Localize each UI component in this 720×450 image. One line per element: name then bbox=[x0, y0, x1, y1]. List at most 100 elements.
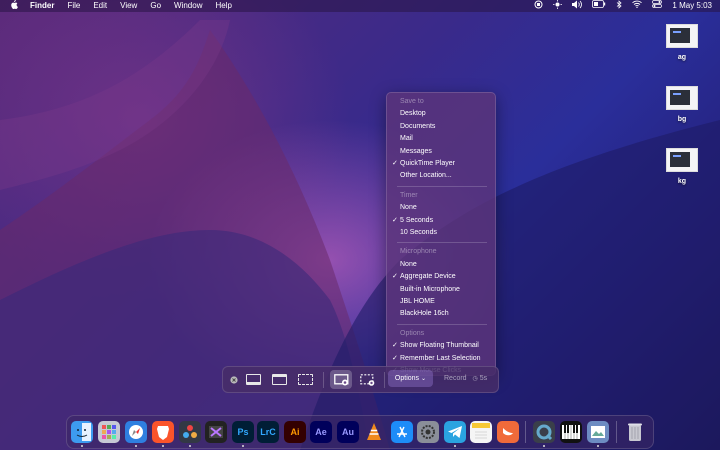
finder-icon[interactable] bbox=[71, 421, 93, 443]
vlc-icon[interactable] bbox=[363, 421, 385, 443]
lightroom-classic-icon[interactable]: LrC bbox=[257, 421, 279, 443]
menu-item-label: None bbox=[400, 260, 417, 268]
options-button[interactable]: Options ⌄ bbox=[388, 370, 433, 387]
audition-icon[interactable]: Au bbox=[337, 421, 359, 443]
menu-item[interactable]: ✓ Aggregate Device bbox=[387, 271, 495, 283]
menu-item[interactable]: JBL HOME bbox=[387, 296, 495, 308]
menu-item-label: Documents bbox=[400, 122, 436, 130]
menu-item-label: Remember Last Selection bbox=[400, 354, 481, 362]
menu-clock[interactable]: 1 May 5:03 bbox=[672, 0, 712, 12]
preview-icon[interactable] bbox=[587, 421, 609, 443]
menu-edit[interactable]: Edit bbox=[93, 0, 107, 12]
file-thumbnail bbox=[666, 148, 698, 172]
menu-item[interactable]: ✓ QuickTime Player bbox=[387, 158, 495, 170]
toolbar-divider bbox=[323, 372, 324, 388]
timer-icon: ◷ bbox=[472, 376, 478, 382]
menu-item-label: Built-in Microphone bbox=[400, 285, 460, 293]
launchpad-icon[interactable] bbox=[98, 421, 120, 443]
checkmark-icon: ✓ bbox=[392, 216, 398, 224]
menu-separator bbox=[397, 323, 487, 325]
screenshot-options-menu: Save to Desktop Documents Mail Messages ✓ Quic… bbox=[386, 92, 496, 376]
menu-item[interactable]: ✓ 5 Seconds bbox=[387, 215, 495, 227]
menu-item[interactable]: 10 Seconds bbox=[387, 227, 495, 239]
safari-icon[interactable] bbox=[125, 421, 147, 443]
menu-item-label: Messages bbox=[400, 147, 432, 155]
record-button[interactable]: Record ◷ 5s bbox=[444, 370, 487, 388]
capture-selected-portion-button[interactable] bbox=[296, 372, 314, 387]
keyboard-brightness-icon[interactable] bbox=[553, 0, 563, 13]
menu-bar: Finder File Edit View Go Window Help 1 M… bbox=[0, 0, 720, 12]
menu-item[interactable]: ✓ Show Floating Thumbnail bbox=[387, 340, 495, 352]
notes-icon[interactable] bbox=[470, 421, 492, 443]
wifi-icon[interactable] bbox=[632, 0, 643, 12]
volume-icon[interactable] bbox=[572, 0, 583, 13]
after-effects-icon[interactable]: Ae bbox=[310, 421, 332, 443]
menu-item[interactable]: None bbox=[387, 259, 495, 271]
screen-recording-status-icon[interactable] bbox=[534, 0, 543, 13]
menu-file[interactable]: File bbox=[67, 0, 80, 12]
davinci-resolve-icon[interactable] bbox=[179, 421, 201, 443]
menu-window[interactable]: Window bbox=[174, 0, 202, 12]
swift-playgrounds-icon[interactable] bbox=[497, 421, 519, 443]
checkmark-icon: ✓ bbox=[392, 160, 398, 167]
menu-go[interactable]: Go bbox=[150, 0, 161, 12]
dock-divider bbox=[525, 421, 526, 443]
menu-item[interactable]: Built-in Microphone bbox=[387, 284, 495, 296]
record-selected-portion-button[interactable] bbox=[358, 372, 376, 387]
desktop-file-kg[interactable]: kg bbox=[666, 148, 698, 185]
brave-icon[interactable] bbox=[152, 421, 174, 443]
final-cut-icon[interactable] bbox=[205, 421, 227, 443]
close-toolbar-button[interactable] bbox=[229, 372, 239, 387]
battery-icon[interactable] bbox=[592, 0, 606, 12]
capture-entire-screen-button[interactable] bbox=[244, 372, 262, 387]
dock-divider bbox=[616, 421, 617, 443]
menu-item-label: BlackHole 16ch bbox=[400, 310, 449, 318]
desktop-file-label: ag bbox=[677, 54, 687, 61]
piano-icon[interactable] bbox=[560, 421, 582, 443]
menu-item[interactable]: Messages bbox=[387, 146, 495, 158]
control-center-icon[interactable] bbox=[652, 0, 663, 12]
bluetooth-icon[interactable] bbox=[616, 0, 623, 13]
menu-item[interactable]: Other Location... bbox=[387, 170, 495, 182]
record-entire-screen-button[interactable] bbox=[330, 370, 352, 389]
menu-item-label: 10 Seconds bbox=[400, 229, 437, 236]
toolbar-divider bbox=[384, 372, 385, 388]
menu-help[interactable]: Help bbox=[215, 0, 231, 12]
menu-app-name[interactable]: Finder bbox=[30, 0, 54, 12]
apple-icon[interactable] bbox=[10, 0, 20, 12]
running-indicator bbox=[189, 445, 191, 447]
menu-item[interactable]: None bbox=[387, 202, 495, 214]
quicktime-icon[interactable] bbox=[533, 421, 555, 443]
system-preferences-icon[interactable] bbox=[417, 421, 439, 443]
menu-item-label: Desktop bbox=[400, 110, 426, 118]
menu-section-header: Options bbox=[387, 328, 495, 340]
menu-item[interactable]: ✓ Remember Last Selection bbox=[387, 353, 495, 365]
options-label: Options bbox=[394, 375, 420, 382]
menu-item-label: 5 Seconds bbox=[400, 216, 434, 224]
illustrator-icon[interactable]: Ai bbox=[284, 421, 306, 443]
menu-item[interactable]: Documents bbox=[387, 121, 495, 133]
photoshop-icon[interactable]: Ps bbox=[232, 421, 254, 443]
desktop-file-bg[interactable]: bg bbox=[666, 86, 698, 123]
file-thumbnail bbox=[666, 86, 698, 110]
menu-view[interactable]: View bbox=[120, 0, 137, 12]
app-store-icon[interactable] bbox=[391, 421, 413, 443]
desktop-file-ag[interactable]: ag bbox=[666, 24, 698, 61]
menu-item-label: QuickTime Player bbox=[400, 160, 455, 167]
telegram-icon[interactable] bbox=[444, 421, 466, 443]
trash-icon[interactable] bbox=[624, 421, 646, 443]
menu-section-header-label: Options bbox=[400, 329, 425, 337]
running-indicator bbox=[543, 445, 545, 447]
menu-item-label: JBL HOME bbox=[400, 298, 435, 305]
menu-item[interactable]: BlackHole 16ch bbox=[387, 308, 495, 320]
running-indicator bbox=[162, 445, 164, 447]
menu-item[interactable]: Mail bbox=[387, 133, 495, 145]
capture-selected-window-button[interactable] bbox=[270, 372, 288, 387]
menu-item-label: None bbox=[400, 204, 417, 212]
desktop-file-label: bg bbox=[677, 116, 687, 123]
menu-item-label: Show Floating Thumbnail bbox=[400, 342, 479, 350]
menu-item[interactable]: Desktop bbox=[387, 108, 495, 120]
running-indicator bbox=[242, 445, 244, 447]
menu-item-label: Mail bbox=[400, 135, 413, 143]
menu-separator bbox=[397, 242, 487, 244]
